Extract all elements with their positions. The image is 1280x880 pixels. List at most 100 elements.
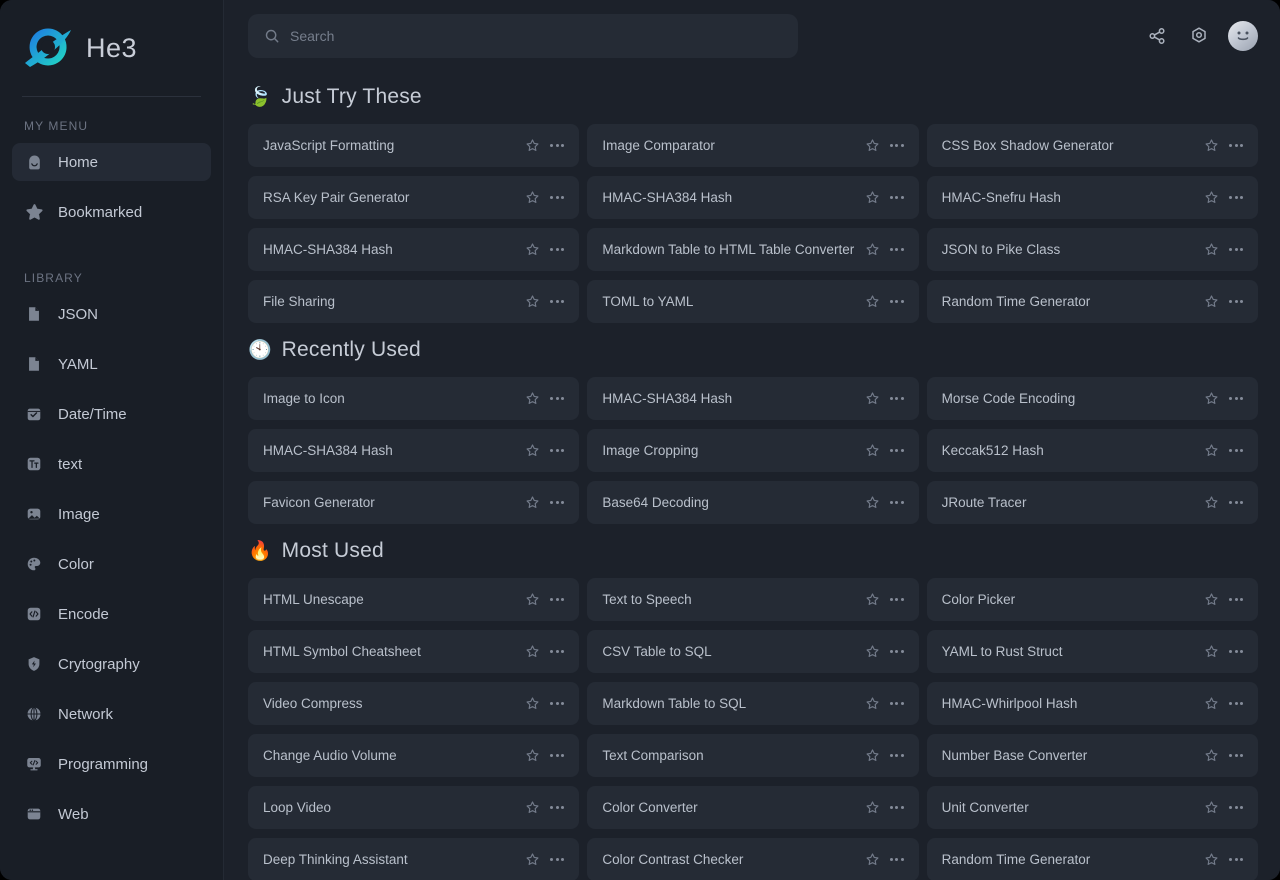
tool-card[interactable]: Image Cropping [587, 429, 918, 472]
star-icon[interactable] [865, 852, 880, 867]
more-options-icon[interactable] [1228, 193, 1244, 202]
tool-card[interactable]: HMAC-SHA384 Hash [248, 429, 579, 472]
star-icon[interactable] [1204, 696, 1219, 711]
tool-card[interactable]: CSS Box Shadow Generator [927, 124, 1258, 167]
tool-card[interactable]: Favicon Generator [248, 481, 579, 524]
tool-card[interactable]: Color Contrast Checker [587, 838, 918, 880]
sidebar-item-home[interactable]: Home [12, 143, 211, 181]
more-options-icon[interactable] [549, 245, 565, 254]
more-options-icon[interactable] [549, 297, 565, 306]
star-icon[interactable] [1204, 294, 1219, 309]
tool-card[interactable]: HMAC-SHA384 Hash [587, 176, 918, 219]
tool-card[interactable]: HMAC-SHA384 Hash [587, 377, 918, 420]
star-icon[interactable] [525, 696, 540, 711]
star-icon[interactable] [865, 242, 880, 257]
tool-card[interactable]: Markdown Table to SQL [587, 682, 918, 725]
star-icon[interactable] [865, 644, 880, 659]
sidebar-item-datetime[interactable]: Date/Time [12, 395, 211, 433]
star-icon[interactable] [525, 242, 540, 257]
star-icon[interactable] [865, 592, 880, 607]
star-icon[interactable] [525, 748, 540, 763]
more-options-icon[interactable] [889, 394, 905, 403]
star-icon[interactable] [865, 495, 880, 510]
tool-card[interactable]: Morse Code Encoding [927, 377, 1258, 420]
more-options-icon[interactable] [549, 394, 565, 403]
star-icon[interactable] [525, 138, 540, 153]
more-options-icon[interactable] [549, 446, 565, 455]
tool-card[interactable]: Image to Icon [248, 377, 579, 420]
tool-card[interactable]: Deep Thinking Assistant [248, 838, 579, 880]
more-options-icon[interactable] [1228, 699, 1244, 708]
more-options-icon[interactable] [889, 245, 905, 254]
more-options-icon[interactable] [549, 855, 565, 864]
star-icon[interactable] [1204, 592, 1219, 607]
tool-card[interactable]: JavaScript Formatting [248, 124, 579, 167]
tool-card[interactable]: File Sharing [248, 280, 579, 323]
more-options-icon[interactable] [1228, 141, 1244, 150]
star-icon[interactable] [865, 800, 880, 815]
star-icon[interactable] [865, 443, 880, 458]
star-icon[interactable] [1204, 748, 1219, 763]
more-options-icon[interactable] [889, 193, 905, 202]
star-icon[interactable] [525, 294, 540, 309]
tool-card[interactable]: Color Picker [927, 578, 1258, 621]
more-options-icon[interactable] [549, 193, 565, 202]
star-icon[interactable] [1204, 138, 1219, 153]
star-icon[interactable] [1204, 443, 1219, 458]
star-icon[interactable] [1204, 852, 1219, 867]
more-options-icon[interactable] [889, 803, 905, 812]
share-icon[interactable] [1144, 23, 1170, 49]
tool-card[interactable]: Loop Video [248, 786, 579, 829]
tool-card[interactable]: Markdown Table to HTML Table Converter [587, 228, 918, 271]
more-options-icon[interactable] [1228, 647, 1244, 656]
more-options-icon[interactable] [889, 647, 905, 656]
tool-card[interactable]: CSV Table to SQL [587, 630, 918, 673]
more-options-icon[interactable] [889, 297, 905, 306]
more-options-icon[interactable] [889, 699, 905, 708]
star-icon[interactable] [865, 696, 880, 711]
sidebar-item-web[interactable]: Web [12, 795, 211, 833]
more-options-icon[interactable] [549, 803, 565, 812]
more-options-icon[interactable] [549, 595, 565, 604]
star-icon[interactable] [1204, 242, 1219, 257]
tool-card[interactable]: HMAC-Snefru Hash [927, 176, 1258, 219]
search-box[interactable] [248, 14, 798, 58]
tool-card[interactable]: RSA Key Pair Generator [248, 176, 579, 219]
sidebar-item-yaml[interactable]: YAML [12, 345, 211, 383]
avatar[interactable] [1228, 21, 1258, 51]
sidebar-item-bookmarked[interactable]: Bookmarked [12, 193, 211, 231]
star-icon[interactable] [525, 495, 540, 510]
star-icon[interactable] [865, 138, 880, 153]
star-icon[interactable] [525, 190, 540, 205]
star-icon[interactable] [865, 294, 880, 309]
tool-card[interactable]: Change Audio Volume [248, 734, 579, 777]
star-icon[interactable] [525, 443, 540, 458]
star-icon[interactable] [865, 190, 880, 205]
star-icon[interactable] [1204, 644, 1219, 659]
star-icon[interactable] [1204, 800, 1219, 815]
star-icon[interactable] [865, 391, 880, 406]
tool-card[interactable]: Random Time Generator [927, 838, 1258, 880]
tool-card[interactable]: Image Comparator [587, 124, 918, 167]
more-options-icon[interactable] [1228, 297, 1244, 306]
more-options-icon[interactable] [889, 446, 905, 455]
tool-card[interactable]: HTML Unescape [248, 578, 579, 621]
tool-card[interactable]: Keccak512 Hash [927, 429, 1258, 472]
star-icon[interactable] [865, 748, 880, 763]
sidebar-item-json[interactable]: JSON [12, 295, 211, 333]
more-options-icon[interactable] [889, 595, 905, 604]
more-options-icon[interactable] [549, 699, 565, 708]
star-icon[interactable] [525, 644, 540, 659]
tool-card[interactable]: HMAC-SHA384 Hash [248, 228, 579, 271]
tool-card[interactable]: Video Compress [248, 682, 579, 725]
star-icon[interactable] [1204, 190, 1219, 205]
tool-card[interactable]: YAML to Rust Struct [927, 630, 1258, 673]
more-options-icon[interactable] [549, 498, 565, 507]
more-options-icon[interactable] [1228, 394, 1244, 403]
star-icon[interactable] [525, 391, 540, 406]
more-options-icon[interactable] [1228, 446, 1244, 455]
more-options-icon[interactable] [1228, 498, 1244, 507]
tool-card[interactable]: Color Converter [587, 786, 918, 829]
tool-card[interactable]: Text Comparison [587, 734, 918, 777]
more-options-icon[interactable] [549, 751, 565, 760]
